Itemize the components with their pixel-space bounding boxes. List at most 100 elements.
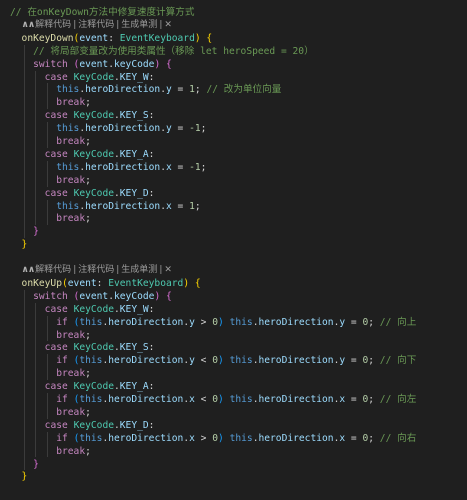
code-token: KeyCode [73,110,114,122]
code-token: KeyCode [73,187,114,199]
code-line[interactable]: // 在onKeyDown方法中修复速度计算方式 [0,6,467,19]
code-line[interactable]: break; [0,367,467,380]
code-line[interactable]: } [0,470,467,483]
code-token: < [194,355,213,367]
code-line[interactable]: case KeyCode.KEY_A: [0,148,467,161]
code-token: KeyCode [73,148,114,160]
code-token: KEY_A [119,148,149,160]
code-line[interactable]: // 将局部变量改为使用类属性（移除 let heroSpeed = 20） [0,45,467,58]
code-lens-action[interactable]: 解释代码 [35,265,71,275]
code-line[interactable]: case KeyCode.KEY_S: [0,341,467,354]
code-line[interactable]: this.heroDirection.x = 1; [0,200,467,213]
code-line[interactable]: if (this.heroDirection.y > 0) this.heroD… [0,316,467,329]
code-token: < [194,394,213,405]
code-token: } [21,471,28,483]
code-token: heroDirection [85,161,161,173]
indent-guide [46,315,48,342]
code-token: break [56,445,86,457]
code-line[interactable]: switch (event.keyCode) { [0,290,467,303]
code-token: : [148,419,155,431]
code-lens-action[interactable]: 注释代码 [78,265,114,275]
code-lens-action[interactable]: 解释代码 [35,20,71,30]
code-token: onKeyUp [21,277,62,289]
code-token: = [345,355,363,367]
code-token: ; [368,394,380,405]
code-token: break [56,368,86,380]
code-line[interactable]: case KeyCode.KEY_D: [0,419,467,432]
code-line[interactable]: this.heroDirection.y = -1; [0,122,467,135]
code-lens-actions[interactable]: ∧∧解释代码 | 注释代码 | 生成单测 | ✕ [0,19,467,32]
ai-assistant-icon: ∧∧ [21,19,36,30]
code-token: EventKeyboard [108,277,184,289]
code-token: break [56,174,86,186]
code-line[interactable]: onKeyDown(event: EventKeyboard) { [0,32,467,45]
code-line[interactable]: break; [0,445,467,458]
code-token: : [148,71,155,83]
code-token: event [79,58,109,70]
code-token: // 将局部变量改为使用类属性（移除 let heroSpeed = 20） [33,45,314,57]
code-token: case [44,419,68,431]
code-token: ; [200,123,207,135]
indent-guide [46,199,48,226]
code-token: ; [368,432,380,444]
code-lens-action[interactable]: 生成单测 [121,20,157,30]
code-lens-separator: | [116,19,120,30]
code-token: case [44,187,68,199]
code-token: this [229,432,253,444]
code-token: { [206,32,213,44]
code-line[interactable]: } [0,238,467,251]
code-line[interactable]: if (this.heroDirection.y < 0) this.heroD… [0,354,467,367]
code-line[interactable]: break; [0,329,467,342]
code-line[interactable]: } [0,225,467,238]
code-token: heroDirection [108,432,184,444]
code-lens-action[interactable]: 生成单测 [121,265,157,275]
code-token: -1 [189,123,201,135]
code-token: this [56,161,80,173]
code-line[interactable]: if (this.heroDirection.x < 0) this.heroD… [0,393,467,406]
code-line[interactable]: } [0,458,467,471]
code-line[interactable]: case KeyCode.KEY_W: [0,303,467,316]
code-line[interactable]: break; [0,96,467,109]
code-lens-action[interactable]: 注释代码 [78,20,114,30]
code-token: } [21,239,28,251]
close-icon[interactable]: ✕ [164,20,172,30]
code-line[interactable] [0,251,467,264]
code-line[interactable]: case KeyCode.KEY_W: [0,71,467,84]
code-line[interactable]: case KeyCode.KEY_D: [0,187,467,200]
code-token: // 在onKeyDown方法中修复速度计算方式 [10,7,195,18]
code-line[interactable]: break; [0,135,467,148]
code-editor[interactable]: // 在onKeyDown方法中修复速度计算方式 ∧∧解释代码 | 注释代码 | 生成单测… [0,0,467,500]
code-token: EventKeyboard [119,32,195,44]
code-lens-actions[interactable]: ∧∧解释代码 | 注释代码 | 生成单测 | ✕ [0,264,467,277]
code-token: { [194,277,201,289]
code-token: ; [368,316,380,328]
code-token: KeyCode [73,71,114,83]
code-token: = [345,316,363,328]
code-token: : [148,110,155,122]
code-line[interactable]: break; [0,406,467,419]
code-token: > [194,432,213,444]
code-token: if [56,355,68,367]
code-line[interactable]: case KeyCode.KEY_A: [0,380,467,393]
indent-guide [46,83,48,110]
code-token: ; [85,445,91,457]
code-token: = [171,161,190,173]
code-token: KEY_W [119,71,149,83]
indent-guide [46,431,48,458]
close-icon[interactable]: ✕ [164,265,172,275]
code-line[interactable]: break; [0,174,467,187]
code-token: case [44,110,68,122]
code-lens-separator: | [73,19,77,30]
code-line[interactable]: this.heroDirection.y = 1; // 改为单位向量 [0,83,467,96]
code-token: { [166,58,172,70]
code-line[interactable]: onKeyUp(event: EventKeyboard) { [0,277,467,290]
code-line[interactable]: if (this.heroDirection.x > 0) this.heroD… [0,432,467,445]
code-token: this [56,123,80,135]
code-line[interactable]: break; [0,212,467,225]
code-token: break [56,329,86,341]
code-token: // 向上 [379,316,417,328]
code-line[interactable]: this.heroDirection.x = -1; [0,161,467,174]
code-token: // 向左 [379,394,417,405]
code-line[interactable]: case KeyCode.KEY_S: [0,109,467,122]
code-line[interactable]: switch (event.keyCode) { [0,58,467,71]
